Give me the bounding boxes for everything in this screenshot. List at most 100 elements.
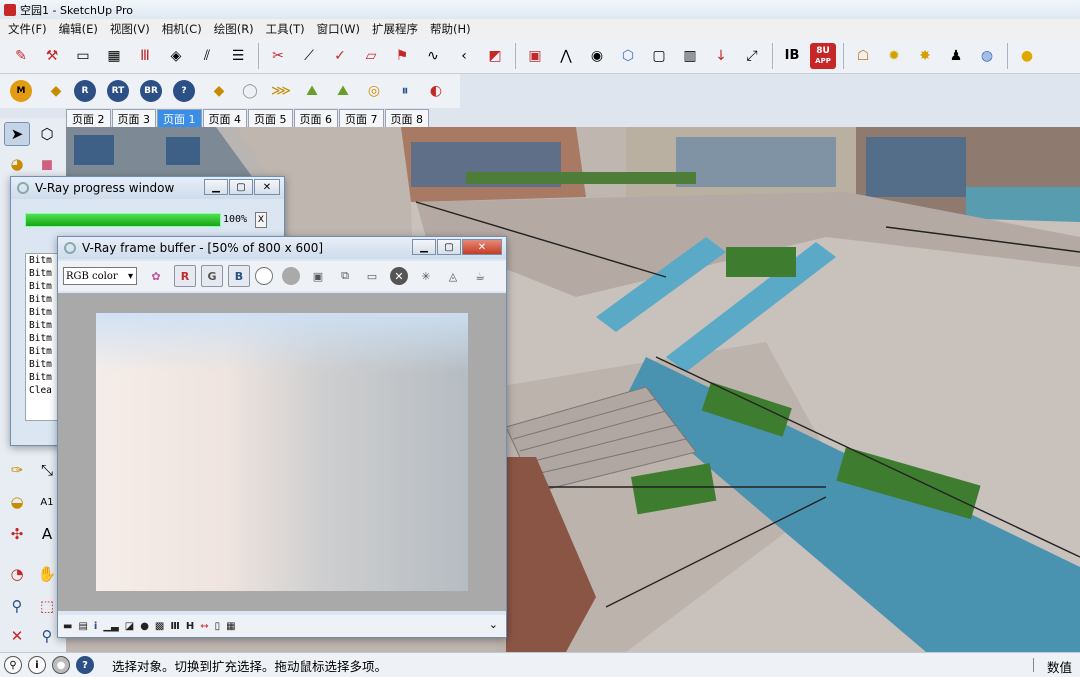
axes-icon[interactable]: ✣ xyxy=(4,522,30,546)
tool-9-icon[interactable]: ✂ xyxy=(265,43,291,69)
alpha-white-icon[interactable] xyxy=(255,267,273,285)
tool-25-icon[interactable]: ☖ xyxy=(850,43,876,69)
tool-8-icon[interactable]: ☰ xyxy=(225,43,251,69)
expand-chevron-icon[interactable]: ⌄ xyxy=(489,618,498,631)
levels-icon[interactable]: ▁▃ xyxy=(103,621,118,632)
landscape2-icon[interactable]: ⛰ xyxy=(330,78,356,104)
tool-14-icon[interactable]: ∿ xyxy=(420,43,446,69)
render-rt-button[interactable]: RT xyxy=(107,80,129,102)
render-r-button[interactable]: R xyxy=(74,80,96,102)
green-channel-button[interactable]: G xyxy=(201,265,223,287)
eraser-icon[interactable]: ◼ xyxy=(34,152,60,176)
tab-page-1[interactable]: 页面 1 xyxy=(157,109,202,127)
zoom-icon[interactable]: ⚲ xyxy=(4,594,30,618)
landscape-icon[interactable]: ⛰ xyxy=(299,78,325,104)
credits-info-icon[interactable]: i xyxy=(28,656,46,674)
curve-icon[interactable]: ◪ xyxy=(125,621,134,632)
alpha-gray-icon[interactable] xyxy=(282,267,300,285)
tool-15-icon[interactable]: ‹ xyxy=(451,43,477,69)
tab-page-6[interactable]: 页面 6 xyxy=(293,109,338,127)
rendered-image-area[interactable] xyxy=(58,293,506,611)
tool-27-icon[interactable]: ✸ xyxy=(912,43,938,69)
info-button[interactable]: i xyxy=(94,621,97,632)
save-all-icon[interactable]: ⧉ xyxy=(336,267,354,285)
target-icon[interactable]: ◎ xyxy=(361,78,387,104)
channel-select[interactable]: RGB color ▾ xyxy=(63,267,137,285)
maximize-button[interactable]: ▢ xyxy=(437,239,461,255)
clear-image-icon[interactable]: ✕ xyxy=(390,267,408,285)
tape-measure-icon[interactable]: ✑ xyxy=(4,458,30,482)
menu-draw[interactable]: 绘图(R) xyxy=(208,21,260,37)
tool-28-icon[interactable]: ♟ xyxy=(943,43,969,69)
user-account-icon[interactable]: ● xyxy=(52,656,70,674)
lens-effects-icon[interactable]: ▦ xyxy=(226,621,235,632)
geo-location-icon[interactable]: ⚲ xyxy=(4,656,22,674)
tool-12-icon[interactable]: ▱ xyxy=(358,43,384,69)
render-teapot-icon[interactable]: ☕ xyxy=(471,267,489,285)
menu-window[interactable]: 窗口(W) xyxy=(311,21,366,37)
tool-19-icon[interactable]: ◉ xyxy=(584,43,610,69)
tool-18-icon[interactable]: ⋀ xyxy=(553,43,579,69)
red-channel-button[interactable]: R xyxy=(174,265,196,287)
display-correction-icon[interactable]: ▬ xyxy=(63,621,72,632)
exposure-icon[interactable]: ● xyxy=(140,621,149,632)
tab-page-4[interactable]: 页面 4 xyxy=(202,109,247,127)
tag-icon[interactable]: ◆ xyxy=(43,78,69,104)
tab-page-7[interactable]: 页面 7 xyxy=(339,109,384,127)
tool-29-icon[interactable]: ◍ xyxy=(974,43,1000,69)
cancel-render-button[interactable]: X xyxy=(255,212,267,228)
render-br-button[interactable]: BR xyxy=(140,80,162,102)
paint-bucket-icon[interactable]: ◕ xyxy=(4,152,30,176)
protractor-icon[interactable]: ◒ xyxy=(4,490,30,514)
tag2-icon[interactable]: ◆ xyxy=(206,78,232,104)
menu-camera[interactable]: 相机(C) xyxy=(156,21,208,37)
menu-extensions[interactable]: 扩展程序 xyxy=(366,21,424,37)
tool-30-icon[interactable]: ● xyxy=(1014,43,1040,69)
track-mouse-icon[interactable]: ✳ xyxy=(417,267,435,285)
maximize-button[interactable]: ▢ xyxy=(229,179,253,195)
tool-26-icon[interactable]: ✹ xyxy=(881,43,907,69)
component-icon[interactable]: ⬡ xyxy=(34,122,60,146)
tool-1-icon[interactable]: ✎ xyxy=(8,43,34,69)
tab-page-2[interactable]: 页面 2 xyxy=(66,109,111,127)
histogram-icon[interactable]: Ⅲ xyxy=(170,621,179,632)
tool-13-icon[interactable]: ⚑ xyxy=(389,43,415,69)
stamp-icon[interactable]: ▯ xyxy=(215,621,221,632)
tool-3-icon[interactable]: ▭ xyxy=(70,43,96,69)
instructor-help-icon[interactable]: ? xyxy=(76,656,94,674)
menu-tools[interactable]: 工具(T) xyxy=(260,21,311,37)
tab-page-5[interactable]: 页面 5 xyxy=(248,109,293,127)
tool-10-icon[interactable]: ⟋ xyxy=(296,43,322,69)
tool-ib-icon[interactable]: IB xyxy=(779,43,805,69)
pixel-info-icon[interactable]: ▤ xyxy=(78,621,87,632)
tool-23-icon[interactable]: ↓ xyxy=(708,43,734,69)
tool-2-icon[interactable]: ⚒ xyxy=(39,43,65,69)
fish-icon[interactable]: ⋙ xyxy=(268,78,294,104)
open-folder-icon[interactable]: ▭ xyxy=(363,267,381,285)
zoom-extents-icon[interactable]: ✕ xyxy=(4,624,30,648)
render-help-button[interactable]: ? xyxy=(173,80,195,102)
minimize-button[interactable]: ▁ xyxy=(412,239,436,255)
history-button[interactable]: H xyxy=(186,621,194,632)
color-wheel-icon[interactable]: ✿ xyxy=(147,267,165,285)
minimize-button[interactable]: ▁ xyxy=(204,179,228,195)
render-m-button[interactable]: M xyxy=(10,80,32,102)
tool-20-icon[interactable]: ⬡ xyxy=(615,43,641,69)
select-arrow-icon[interactable]: ➤ xyxy=(4,122,30,146)
tool-5-icon[interactable]: Ⅲ xyxy=(132,43,158,69)
tool-22-icon[interactable]: ▥ xyxy=(677,43,703,69)
tool-17-icon[interactable]: ▣ xyxy=(522,43,548,69)
tool-6-icon[interactable]: ◈ xyxy=(163,43,189,69)
tool-11-icon[interactable]: ✓ xyxy=(327,43,353,69)
close-button[interactable]: ✕ xyxy=(462,239,502,255)
tool-su-app-icon[interactable]: 8U APP xyxy=(810,42,836,69)
tool-21-icon[interactable]: ▢ xyxy=(646,43,672,69)
menu-view[interactable]: 视图(V) xyxy=(104,21,156,37)
swirl-icon[interactable]: ◐ xyxy=(423,78,449,104)
sphere-icon[interactable]: ◯ xyxy=(237,78,263,104)
compare-icon[interactable]: ⇿ xyxy=(200,621,208,632)
tool-4-icon[interactable]: ▦ xyxy=(101,43,127,69)
menu-edit[interactable]: 编辑(E) xyxy=(53,21,104,37)
blue-channel-button[interactable]: B xyxy=(228,265,250,287)
menu-help[interactable]: 帮助(H) xyxy=(424,21,477,37)
